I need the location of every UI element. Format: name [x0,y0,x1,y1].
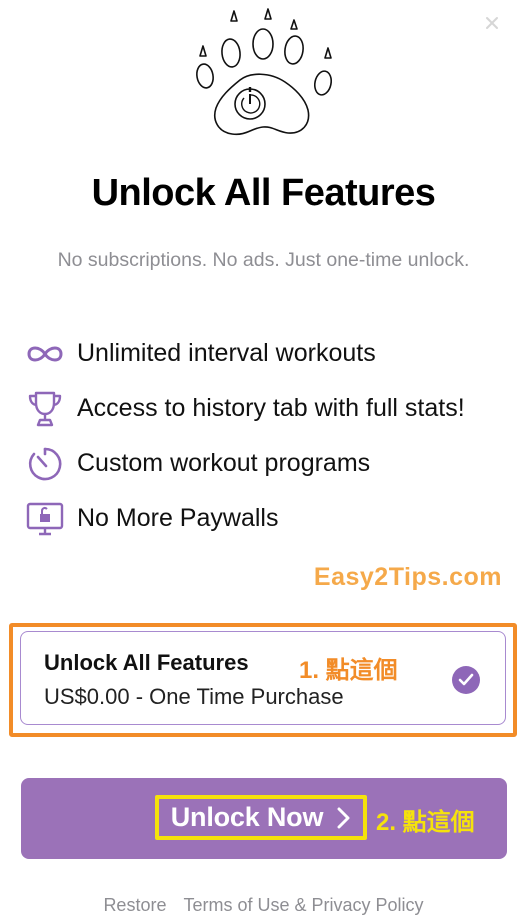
annotation-step-1: 1. 點這個 [299,657,398,684]
unlock-now-label: Unlock Now [170,802,324,832]
product-price: US$0.00 - One Time Purchase [44,684,344,709]
feature-item-paywalls: No More Paywalls [24,491,517,546]
chevron-right-icon [337,807,350,828]
product-option-card[interactable]: Unlock All Features US$0.00 - One Time P… [20,631,506,725]
annotation-highlight-button: Unlock Now [155,795,367,840]
feature-label: Custom workout programs [77,449,371,477]
paywall-screen: Unlock All Features No subscriptions. No… [0,0,527,917]
product-name: Unlock All Features [44,650,249,675]
close-icon[interactable] [485,16,499,30]
checkmark-icon [452,666,480,694]
page-title: Unlock All Features [91,172,436,214]
feature-label: Unlimited interval workouts [77,339,376,367]
feature-item-programs: Custom workout programs [24,436,517,491]
paw-stopwatch-icon [196,8,333,136]
watermark: Easy2Tips.com [313,563,502,591]
feature-list: Unlimited interval workouts Access to hi… [24,326,517,546]
unlock-now-button[interactable]: Unlock Now 2. 點這個 [21,778,507,859]
page-subtitle: No subscriptions. No ads. Just one-time … [57,249,470,271]
feature-label: Access to history tab with full stats! [77,394,465,422]
trophy-icon [24,389,66,429]
footer-links: Restore Terms of Use & Privacy Policy [0,895,527,916]
unlocked-monitor-icon [24,499,66,539]
annotation-step-2: 2. 點這個 [376,809,475,836]
terms-privacy-link[interactable]: Terms of Use & Privacy Policy [183,895,423,915]
feature-label: No More Paywalls [77,504,279,532]
infinity-icon [24,334,66,374]
restore-link[interactable]: Restore [103,895,166,915]
feature-item-workouts: Unlimited interval workouts [24,326,517,381]
feature-item-history: Access to history tab with full stats! [24,381,517,436]
stopwatch-icon [24,444,66,484]
